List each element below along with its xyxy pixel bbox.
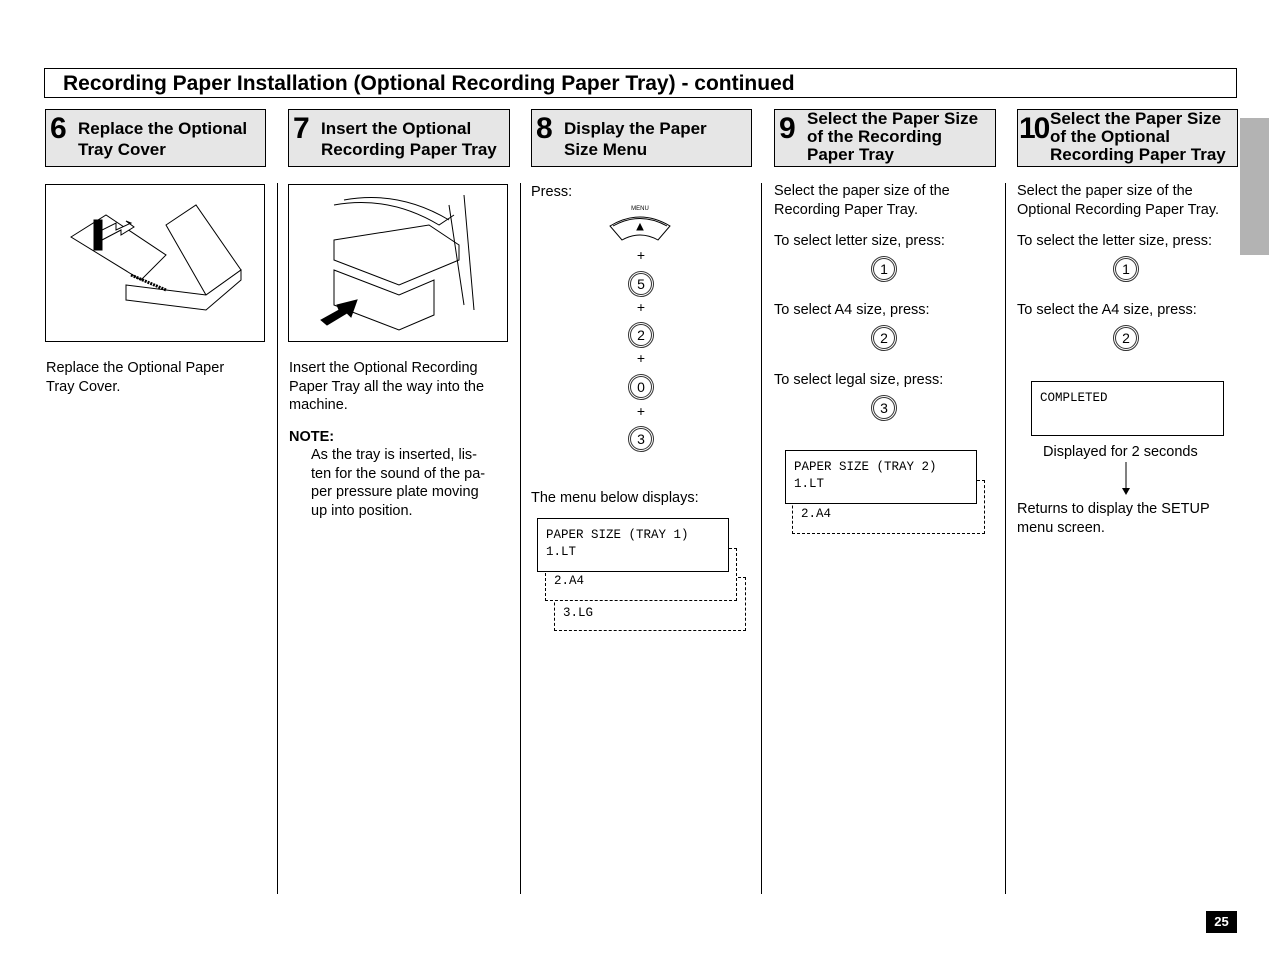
step-10-header: 10 Select the Paper Size of the Optional R… <box>1017 109 1238 167</box>
step-title-line: Recording Paper Tray <box>321 140 497 159</box>
body-line: Returns to display the SETUP <box>1017 501 1210 517</box>
menu-key-label: MENU <box>631 206 649 212</box>
displayed-duration-text: Displayed for 2 seconds <box>1043 444 1198 460</box>
lcd-line: PAPER SIZE (TRAY 2) <box>794 460 937 474</box>
returns-text: Returns to display the SETUP menu screen… <box>1017 500 1210 537</box>
step-7-body: Insert the Optional Recording Paper Tray… <box>289 359 484 415</box>
step-number: 7 <box>293 112 310 145</box>
step-number: 9 <box>779 112 796 145</box>
column-divider <box>1005 183 1006 894</box>
step-title-line: Replace the Optional <box>78 119 248 138</box>
step-number: 10 <box>1019 112 1050 145</box>
page-number: 25 <box>1206 911 1237 933</box>
key-2-icon: 2 <box>1113 325 1139 351</box>
body-line: Insert the Optional Recording <box>289 360 478 376</box>
note-line: As the tray is inserted, lis- <box>311 447 477 463</box>
lcd-line: COMPLETED <box>1040 391 1108 405</box>
lcd-option-text: 2.A4 <box>801 507 832 521</box>
step-title-line: Recording Paper Tray <box>1050 145 1226 164</box>
key-2-icon: 2 <box>871 325 897 351</box>
step-title-line: Display the Paper <box>564 119 707 138</box>
arrow-down-icon <box>1122 462 1130 495</box>
plus-sign: + <box>636 403 646 419</box>
plus-sign: + <box>636 299 646 315</box>
body-line: Paper Tray all the way into the <box>289 378 485 395</box>
body-line: Select the paper size of the <box>774 183 950 199</box>
step-6-header: 6 Replace the Optional Tray Cover <box>45 109 266 167</box>
choice-text: To select the A4 size, press: <box>1017 302 1197 318</box>
column-divider <box>761 183 762 894</box>
body-line: Replace the Optional Paper <box>46 360 225 376</box>
choice-text: To select the letter size, press: <box>1017 233 1213 249</box>
choice-text: To select letter size, press: <box>774 233 945 249</box>
step-8-header: 8 Display the Paper Size Menu <box>531 109 752 167</box>
lcd-display: PAPER SIZE (TRAY 2) 1.LT <box>785 450 977 504</box>
step-title-line: of the Optional <box>1050 127 1170 146</box>
step-title-line: Insert the Optional <box>321 119 472 138</box>
step-title-line: Select the Paper Size <box>807 109 979 128</box>
step-title-line: Paper Tray <box>807 145 894 164</box>
insert-tray-illustration <box>288 184 508 342</box>
note-line: per pressure plate moving <box>311 484 479 500</box>
step-7-header: 7 Insert the Optional Recording Paper Tra… <box>288 109 510 167</box>
lcd-display: PAPER SIZE (TRAY 1) 1.LT <box>537 518 729 572</box>
key-3-icon: 3 <box>871 395 897 421</box>
manual-page: Recording Paper Installation (Optional R… <box>0 0 1269 954</box>
key-1-icon: 1 <box>1113 256 1139 282</box>
note-line: ten for the sound of the pa- <box>311 465 486 482</box>
column-divider <box>277 183 278 894</box>
body-line: Tray Cover. <box>46 378 121 395</box>
step-9-header: 9 Select the Paper Size of the Recording P… <box>774 109 996 167</box>
menu-key: MENU <box>608 206 672 246</box>
page-title: Recording Paper Installation (Optional R… <box>44 68 1237 98</box>
step-title-line: of the Recording <box>807 127 943 146</box>
tray-cover-illustration <box>45 184 265 342</box>
key-2-icon: 2 <box>628 322 654 348</box>
column-divider <box>520 183 521 894</box>
note-label: NOTE: <box>289 429 335 445</box>
body-line: machine. <box>289 397 348 413</box>
step-title-line: Size Menu <box>564 140 648 159</box>
key-0-icon: 0 <box>628 374 654 400</box>
note-text: As the tray is inserted, lis- ten for th… <box>311 446 485 520</box>
lcd-line: 1.LT <box>546 545 577 559</box>
choice-text: To select legal size, press: <box>774 372 944 388</box>
note-line: up into position. <box>311 502 413 519</box>
body-line: Optional Recording Paper Tray. <box>1017 201 1220 218</box>
lcd-option-text: 3.LG <box>563 606 594 620</box>
key-5-icon: 5 <box>628 271 654 297</box>
step-title-line: Tray Cover <box>78 140 166 159</box>
menu-displays-text: The menu below displays: <box>531 490 699 506</box>
plus-sign: + <box>636 247 646 263</box>
step-number: 8 <box>536 112 553 145</box>
step-number: 6 <box>50 112 67 145</box>
key-1-icon: 1 <box>871 256 897 282</box>
step-title-line: Select the Paper Size <box>1050 109 1222 128</box>
side-tab <box>1240 118 1269 255</box>
body-line: Recording Paper Tray. <box>774 201 918 218</box>
lcd-display: COMPLETED <box>1031 381 1224 436</box>
step-10-intro: Select the paper size of the Optional Re… <box>1017 182 1219 219</box>
body-line: menu screen. <box>1017 519 1105 536</box>
press-label: Press: <box>531 184 573 200</box>
lcd-line: 1.LT <box>794 477 825 491</box>
body-line: Select the paper size of the <box>1017 183 1193 199</box>
step-9-intro: Select the paper size of the Recording P… <box>774 182 950 219</box>
lcd-line: PAPER SIZE (TRAY 1) <box>546 528 689 542</box>
lcd-option-text: 2.A4 <box>554 574 585 588</box>
step-6-body: Replace the Optional Paper Tray Cover. <box>46 359 224 396</box>
plus-sign: + <box>636 350 646 366</box>
key-3-icon: 3 <box>628 426 654 452</box>
choice-text: To select A4 size, press: <box>774 302 930 318</box>
